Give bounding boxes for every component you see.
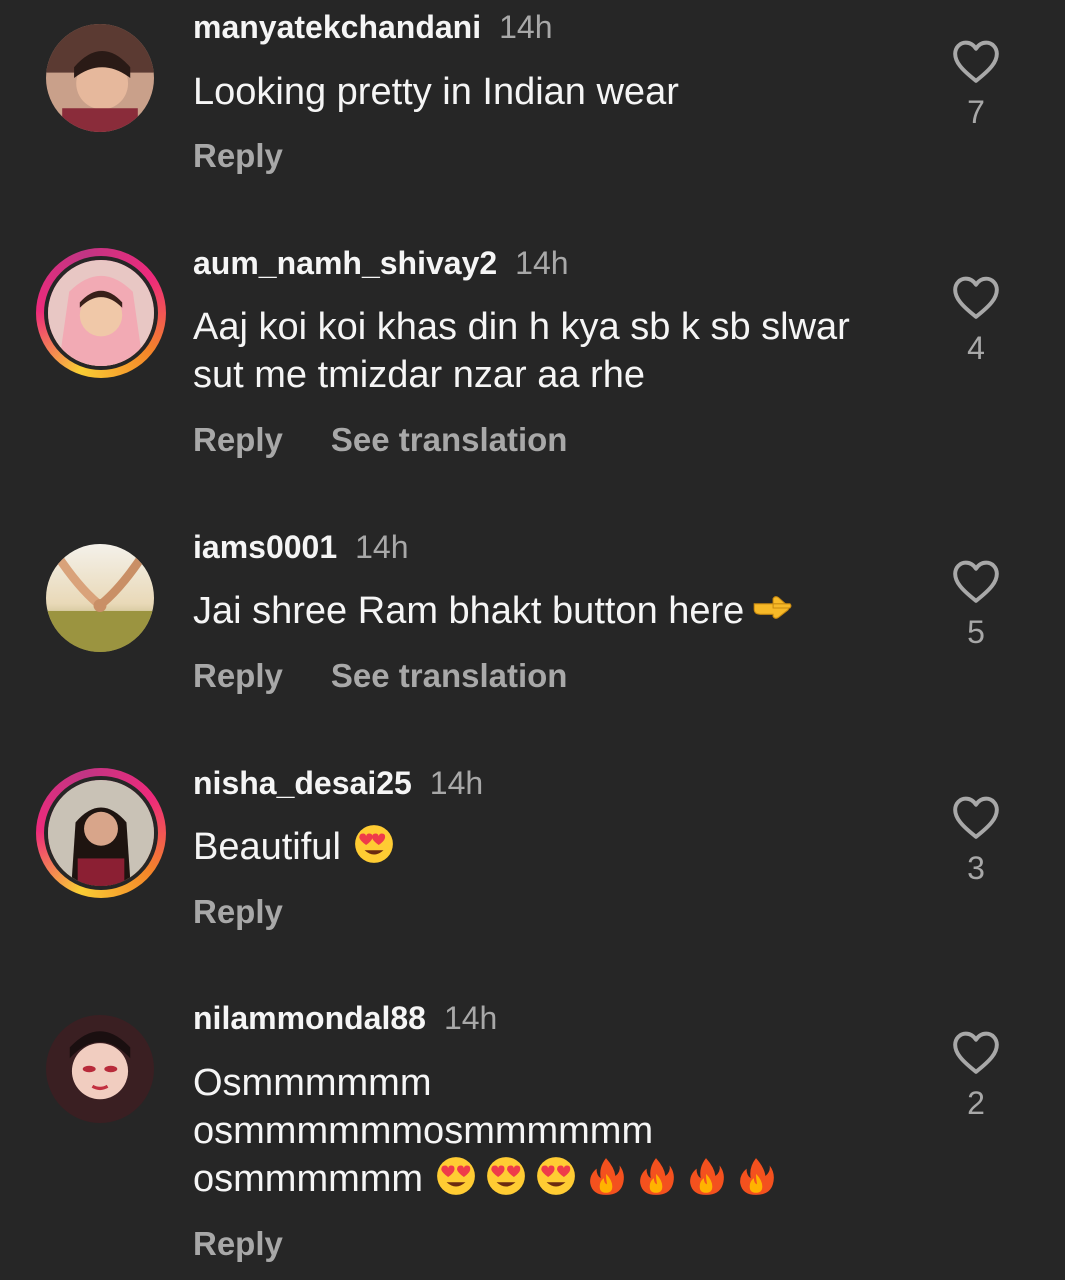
avatar-image bbox=[44, 256, 158, 370]
avatar-image bbox=[44, 776, 158, 890]
avatar-image bbox=[46, 24, 154, 132]
heart-eyes-emoji bbox=[485, 1155, 527, 1197]
like-control[interactable]: 4 bbox=[948, 274, 1004, 368]
heart-outline-icon[interactable] bbox=[951, 558, 1001, 604]
avatar[interactable] bbox=[46, 24, 154, 132]
username[interactable]: manyatekchandani bbox=[193, 9, 481, 45]
avatar-image bbox=[46, 1015, 154, 1123]
like-control[interactable]: 2 bbox=[948, 1029, 1004, 1123]
comment-meta: nilammondal88 14h bbox=[193, 998, 497, 1038]
heart-eyes-emoji bbox=[353, 823, 395, 865]
comment-text-line: Aaj koi koi khas din h kya sb k sb slwar bbox=[193, 306, 850, 348]
comment-text-line: Looking pretty in Indian wear bbox=[193, 71, 679, 113]
heart-outline-icon[interactable] bbox=[951, 1029, 1001, 1075]
timestamp: 14h bbox=[443, 1000, 498, 1036]
username[interactable]: iams0001 bbox=[193, 529, 337, 565]
username[interactable]: nisha_desai25 bbox=[193, 765, 412, 801]
comment-text: Osmmmmmm osmmmmmmosmmmmmm osmmmmmm bbox=[193, 1059, 913, 1203]
comment-meta: nisha_desai25 14h bbox=[193, 763, 483, 803]
like-count: 5 bbox=[967, 614, 985, 650]
avatar-image bbox=[46, 544, 154, 652]
like-count: 7 bbox=[967, 94, 985, 130]
username[interactable]: aum_namh_shivay2 bbox=[193, 245, 497, 281]
comment-text: Looking pretty in Indian wear bbox=[193, 68, 913, 116]
like-count: 2 bbox=[967, 1085, 985, 1121]
comment-text-line: Jai shree Ram bhakt button here bbox=[193, 590, 745, 632]
reply-button[interactable]: Reply bbox=[193, 1225, 283, 1262]
comment-actions: Reply bbox=[193, 1224, 283, 1264]
fire-emoji bbox=[585, 1155, 627, 1197]
heart-eyes-emoji bbox=[535, 1155, 577, 1197]
reply-button[interactable]: Reply bbox=[193, 657, 283, 694]
comment-text-line: sut me tmizdar nzar aa rhe bbox=[193, 354, 645, 396]
timestamp: 14h bbox=[515, 245, 569, 281]
avatar[interactable] bbox=[46, 1015, 154, 1123]
timestamp: 14h bbox=[429, 765, 484, 801]
like-control[interactable]: 7 bbox=[948, 38, 1004, 132]
reply-button[interactable]: Reply bbox=[193, 421, 283, 458]
comment-actions: Reply bbox=[193, 892, 283, 932]
avatar-story-ring[interactable] bbox=[36, 248, 166, 378]
comment-actions: Reply See translation bbox=[193, 656, 567, 696]
comment-meta: iams0001 14h bbox=[193, 527, 409, 567]
heart-outline-icon[interactable] bbox=[951, 38, 1001, 84]
like-control[interactable]: 5 bbox=[948, 558, 1004, 652]
reply-button[interactable]: Reply bbox=[193, 137, 283, 174]
comment-actions: Reply See translation bbox=[193, 420, 567, 460]
comment-meta: manyatekchandani 14h bbox=[193, 7, 553, 47]
timestamp: 14h bbox=[355, 529, 409, 565]
see-translation-button[interactable]: See translation bbox=[331, 421, 568, 458]
comment-meta: aum_namh_shivay2 14h bbox=[193, 243, 569, 283]
avatar[interactable] bbox=[46, 544, 154, 652]
heart-outline-icon[interactable] bbox=[951, 274, 1001, 320]
like-control[interactable]: 3 bbox=[948, 794, 1004, 888]
comment-text-line: osmmmmmm bbox=[193, 1155, 913, 1203]
comment-text-line: osmmmmmmosmmmmmm bbox=[193, 1110, 654, 1152]
like-count: 4 bbox=[967, 330, 985, 366]
comment-text-line: Beautiful bbox=[193, 826, 341, 868]
fire-emoji bbox=[635, 1155, 677, 1197]
timestamp: 14h bbox=[499, 9, 553, 45]
comment-text-line: Osmmmmmm bbox=[193, 1062, 432, 1104]
pointing-right-emoji bbox=[750, 587, 792, 629]
reply-button[interactable]: Reply bbox=[193, 893, 283, 930]
heart-outline-icon[interactable] bbox=[951, 794, 1001, 840]
comment-text: Aaj koi koi khas din h kya sb k sb slwar… bbox=[193, 303, 913, 399]
comment-actions: Reply bbox=[193, 136, 283, 176]
fire-emoji bbox=[735, 1155, 777, 1197]
fire-emoji bbox=[685, 1155, 727, 1197]
username[interactable]: nilammondal88 bbox=[193, 1000, 426, 1036]
avatar-story-ring[interactable] bbox=[36, 768, 166, 898]
comment-text: Jai shree Ram bhakt button here bbox=[193, 587, 913, 635]
like-count: 3 bbox=[967, 850, 985, 886]
comment-text-segment: osmmmmmm bbox=[193, 1158, 424, 1200]
see-translation-button[interactable]: See translation bbox=[331, 657, 568, 694]
heart-eyes-emoji bbox=[435, 1155, 477, 1197]
comment-text: Beautiful bbox=[193, 823, 913, 871]
